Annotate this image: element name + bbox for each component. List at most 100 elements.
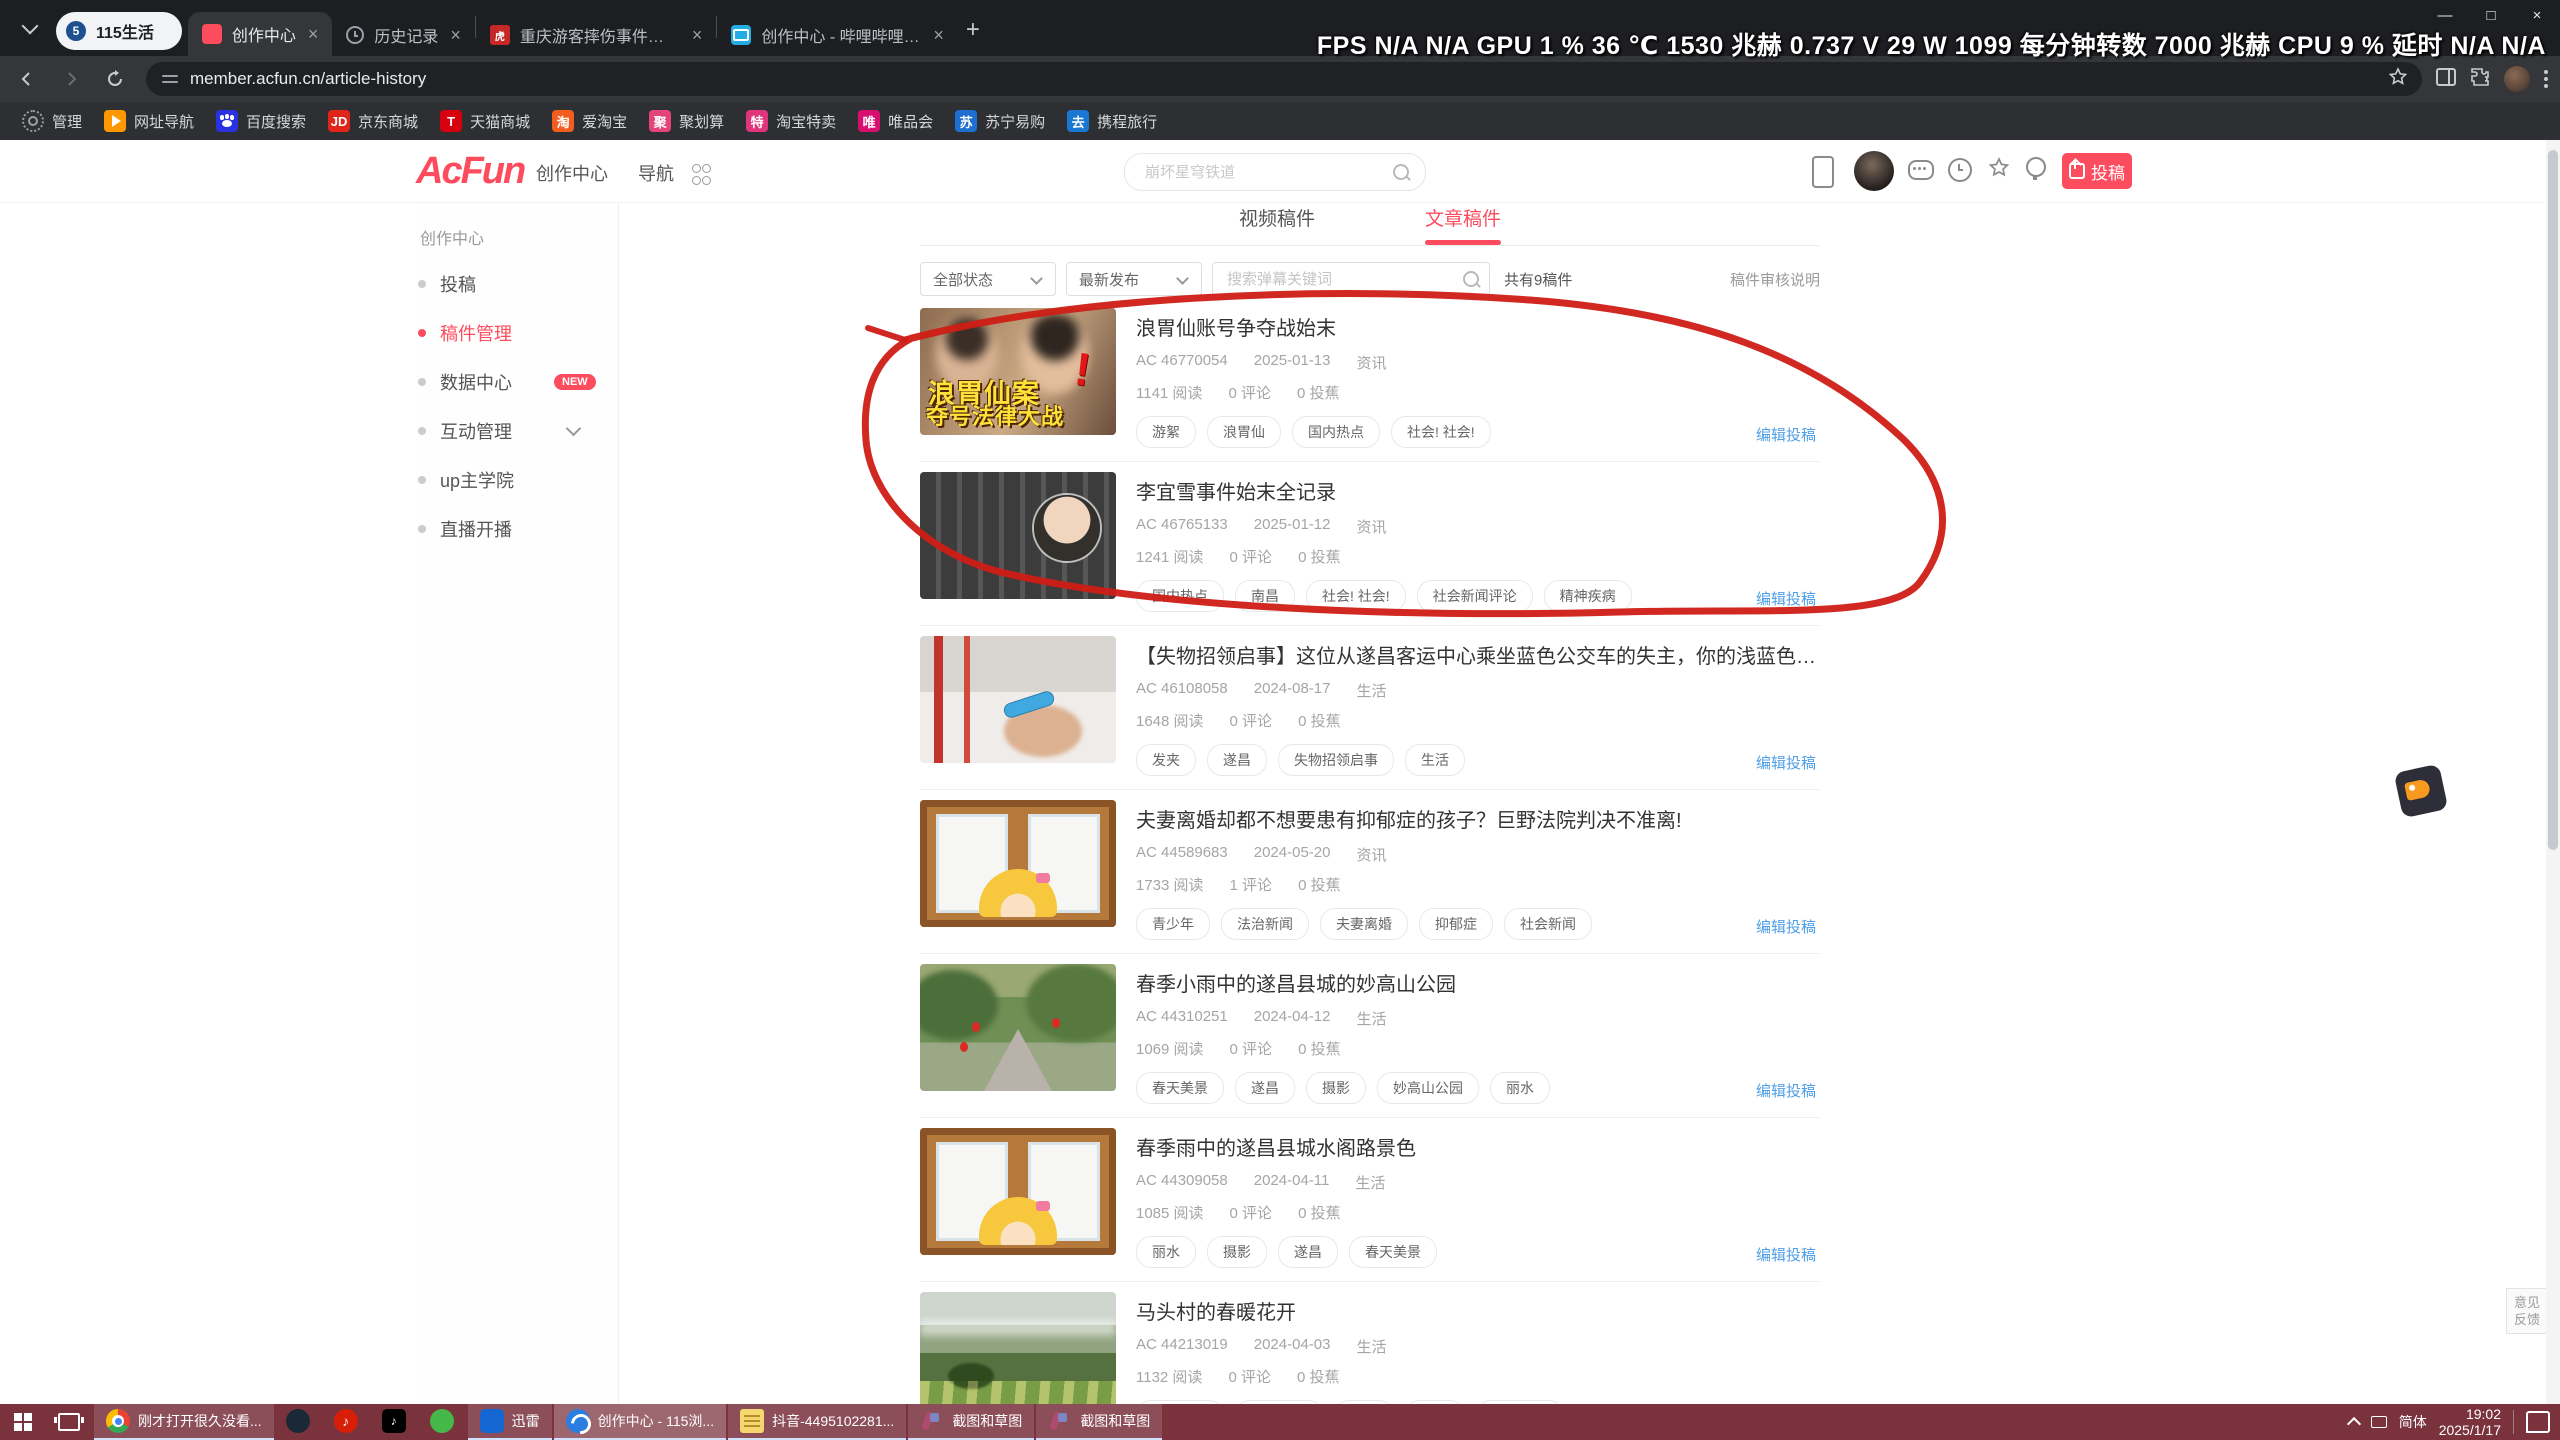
browser-profile-avatar[interactable] xyxy=(2504,66,2530,92)
sidebar-item-live[interactable]: 直播开播 xyxy=(416,504,618,553)
taskbar-chrome-window[interactable]: 刚才打开很久没看... xyxy=(94,1404,274,1440)
article-thumbnail[interactable]: ! 浪胃仙案 夺号法律大战 xyxy=(920,308,1116,435)
browser-menu-icon[interactable] xyxy=(2544,70,2548,88)
article-thumbnail[interactable] xyxy=(920,472,1116,599)
feedback-widget[interactable]: 意见反馈 xyxy=(2506,1288,2547,1334)
start-button[interactable] xyxy=(0,1404,46,1440)
status-filter-select[interactable]: 全部状态 xyxy=(920,262,1056,296)
article-title[interactable]: 李宜雪事件始末全记录 xyxy=(1136,476,1816,505)
bookmark-baidu[interactable]: 百度搜索 xyxy=(216,110,306,132)
article-tag[interactable]: 春天美景 xyxy=(1349,1236,1437,1268)
notification-center-icon[interactable] xyxy=(2526,1411,2550,1433)
bookmark-star-icon[interactable] xyxy=(2388,67,2408,92)
article-title[interactable]: 【失物招领启事】这位从遂昌客运中心乘坐蓝色公交车的失主，你的浅蓝色的发夹等待..… xyxy=(1136,640,1816,669)
bookmark-juhuasuan[interactable]: 聚聚划算 xyxy=(649,110,724,132)
taskbar-douyin[interactable]: ♪ xyxy=(370,1404,418,1440)
article-tag[interactable]: 发夹 xyxy=(1136,744,1196,776)
article-thumbnail[interactable] xyxy=(920,1128,1116,1255)
article-tag[interactable]: 社会! 社会! xyxy=(1391,416,1491,448)
nav-creator-center[interactable]: 创作中心 xyxy=(536,160,608,186)
article-thumbnail[interactable] xyxy=(920,800,1116,927)
sidebar-item-data-center[interactable]: 数据中心NEW xyxy=(416,357,618,406)
tab-bilibili-creator[interactable]: 创作中心 - 哔哩哔哩弹幕视频网 × xyxy=(717,14,958,56)
article-thumbnail[interactable] xyxy=(920,636,1116,763)
taskbar-snip-window-1[interactable]: 截图和草图 xyxy=(908,1404,1034,1440)
article-title[interactable]: 夫妻离婚却都不想要患有抑郁症的孩子？巨野法院判决不准离! xyxy=(1136,804,1816,833)
bookmark-taobao-temai[interactable]: 特淘宝特卖 xyxy=(746,110,836,132)
site-settings-icon[interactable] xyxy=(162,73,178,85)
search-icon[interactable] xyxy=(1393,164,1409,180)
article-tag[interactable]: 青少年 xyxy=(1136,908,1210,940)
article-tag[interactable]: 抑郁症 xyxy=(1419,908,1493,940)
forward-button[interactable] xyxy=(54,62,88,96)
edit-post-link[interactable]: 编辑投稿 xyxy=(1756,424,1816,445)
close-tab-icon[interactable]: × xyxy=(692,25,703,46)
article-tag[interactable]: 失物招领启事 xyxy=(1278,744,1394,776)
site-search-input[interactable] xyxy=(1143,163,1393,182)
bookmark-jd[interactable]: JD京东商城 xyxy=(328,110,418,132)
edit-post-link[interactable]: 编辑投稿 xyxy=(1756,916,1816,937)
tab-history[interactable]: 历史记录 × xyxy=(332,14,475,56)
address-bar[interactable]: member.acfun.cn/article-history xyxy=(146,62,2422,96)
article-tag[interactable]: 生活 xyxy=(1405,744,1465,776)
tab-video-posts[interactable]: 视频稿件 xyxy=(1239,204,1315,245)
article-tag[interactable]: 遂昌 xyxy=(1207,744,1267,776)
keyword-search-input[interactable] xyxy=(1225,270,1463,289)
reload-button[interactable] xyxy=(98,62,132,96)
taskbar-netease-music[interactable]: ♪ xyxy=(322,1404,370,1440)
tab-creator-center[interactable]: 创作中心 × xyxy=(188,12,333,56)
scrollbar-thumb[interactable] xyxy=(2548,150,2558,850)
close-tab-icon[interactable]: × xyxy=(450,25,461,46)
apps-grid-icon[interactable] xyxy=(692,164,709,185)
article-tag[interactable]: 丽水 xyxy=(1136,1236,1196,1268)
taskbar-thunder[interactable]: 迅雷 xyxy=(468,1404,552,1440)
article-thumbnail[interactable] xyxy=(920,1292,1116,1419)
history-clock-icon[interactable] xyxy=(1948,158,1972,182)
task-view-button[interactable] xyxy=(46,1404,92,1440)
tray-expand-icon[interactable] xyxy=(2347,1416,2361,1430)
close-tab-icon[interactable]: × xyxy=(933,25,944,46)
favorites-star-icon[interactable] xyxy=(1988,157,2010,179)
lightbulb-icon[interactable] xyxy=(2026,157,2046,177)
article-tag[interactable]: 浪胃仙 xyxy=(1207,416,1281,448)
extensions-puzzle-icon[interactable] xyxy=(2470,67,2490,92)
maximize-button[interactable]: □ xyxy=(2468,0,2514,30)
side-panel-icon[interactable] xyxy=(2436,68,2456,91)
edit-post-link[interactable]: 编辑投稿 xyxy=(1756,1080,1816,1101)
bookmark-suning[interactable]: 苏苏宁易购 xyxy=(955,110,1045,132)
edit-post-link[interactable]: 编辑投稿 xyxy=(1756,752,1816,773)
tab-115-life[interactable]: 5 115生活 xyxy=(56,12,182,50)
article-tag[interactable]: 社会新闻评论 xyxy=(1417,580,1533,612)
taskbar-steam[interactable] xyxy=(274,1404,322,1440)
taskbar-115-browser-window[interactable]: 创作中心 - 115浏... xyxy=(554,1404,726,1440)
user-avatar[interactable] xyxy=(1854,151,1894,191)
acfun-mascot-widget[interactable] xyxy=(2394,764,2449,819)
article-tag[interactable]: 社会新闻 xyxy=(1504,908,1592,940)
article-tag[interactable]: 遂昌 xyxy=(1278,1236,1338,1268)
article-tag[interactable]: 国内热点 xyxy=(1292,416,1380,448)
article-tag[interactable]: 游絮 xyxy=(1136,416,1196,448)
close-tab-icon[interactable]: × xyxy=(308,24,319,45)
tab-article-posts[interactable]: 文章稿件 xyxy=(1425,204,1501,245)
article-tag[interactable]: 丽水 xyxy=(1490,1072,1550,1104)
taskbar-360-browser[interactable] xyxy=(418,1404,466,1440)
tab-chongqing-news[interactable]: 虎 重庆游客摔伤事件是否反转? 确 × xyxy=(476,14,717,56)
article-tag[interactable]: 摄影 xyxy=(1306,1072,1366,1104)
edit-post-link[interactable]: 编辑投稿 xyxy=(1756,588,1816,609)
article-tag[interactable]: 春天美景 xyxy=(1136,1072,1224,1104)
article-title[interactable]: 浪胃仙账号争夺战始末 xyxy=(1136,312,1816,341)
acfun-logo[interactable]: AcFun xyxy=(416,150,524,193)
article-tag[interactable]: 夫妻离婚 xyxy=(1320,908,1408,940)
bookmark-taobao[interactable]: 淘爱淘宝 xyxy=(552,110,627,132)
scrollbar[interactable] xyxy=(2546,140,2560,1404)
new-tab-button[interactable]: + xyxy=(966,16,980,44)
article-tag[interactable]: 摄影 xyxy=(1207,1236,1267,1268)
review-help-link[interactable]: 稿件审核说明 xyxy=(1730,269,1820,290)
mobile-app-icon[interactable] xyxy=(1812,156,1834,188)
sidebar-item-interaction[interactable]: 互动管理 xyxy=(416,406,618,455)
article-title[interactable]: 春季雨中的遂昌县城水阁路景色 xyxy=(1136,1132,1816,1161)
article-tag[interactable]: 妙高山公园 xyxy=(1377,1072,1479,1104)
sidebar-item-up-academy[interactable]: up主学院 xyxy=(416,455,618,504)
network-icon[interactable] xyxy=(2371,1416,2387,1428)
article-tag[interactable]: 国内热点 xyxy=(1136,580,1224,612)
